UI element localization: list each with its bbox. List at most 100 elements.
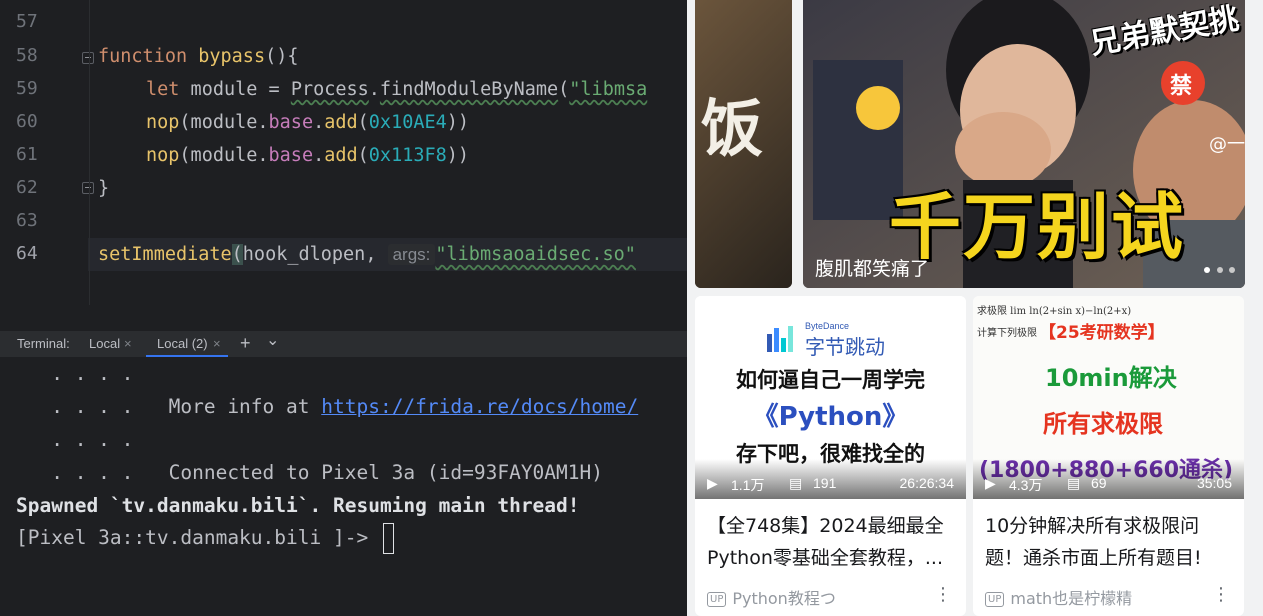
banner-left-image[interactable]: 饭	[695, 0, 792, 288]
parameter-hint: args:	[387, 244, 436, 265]
banner-big-text: 千万别试	[889, 185, 1186, 269]
terminal-prompt-line[interactable]: [Pixel 3a::tv.danmaku.bili ]->	[16, 523, 394, 554]
view-count: 4.3万	[1009, 477, 1043, 493]
video-title[interactable]: 10分钟解决所有求极限问 题！通杀市面上所有题目!	[985, 510, 1235, 574]
video-stats: ▶ 4.3万 ▤ 69 35:05	[973, 459, 1244, 499]
frida-docs-link[interactable]: https://frida.re/docs/home/	[321, 395, 638, 418]
author-name: Python教程つ	[732, 589, 836, 608]
punctuation: (	[357, 145, 369, 166]
thumb-line: 【25考研数学】	[1039, 323, 1165, 343]
fold-close-icon[interactable]	[82, 182, 94, 194]
line-number-active: 64	[16, 243, 38, 264]
method-name: add	[324, 112, 358, 133]
code-line-61: nop(module.base.add(0x113F8))	[146, 144, 469, 168]
more-options-icon[interactable]: ⋮	[1212, 584, 1230, 605]
punctuation: (	[558, 79, 570, 100]
terminal-tab-bar: Terminal: Local × Local (2) × + ⌄	[0, 330, 687, 357]
punctuation: }	[98, 178, 110, 199]
chevron-down-icon[interactable]: ⌄	[266, 330, 279, 350]
code-editor[interactable]: function bypass(){ let module = Process.…	[98, 0, 687, 305]
add-tab-icon[interactable]: +	[240, 333, 251, 354]
line-number-gutter: 57 58 59 60 61 62 63 64	[0, 0, 88, 305]
video-feed[interactable]: 饭 兄弟默契挑 禁 @一 千万别试 腹肌都笑痛了 ByteDance 字节跳动 …	[687, 0, 1263, 616]
code-line-59: let module = Process.findModuleByName("l…	[146, 78, 647, 102]
ide-window: 57 58 59 60 61 62 63 64 function bypass(…	[0, 0, 687, 616]
punctuation: (	[357, 112, 369, 133]
video-title-line: 题！通杀市面上所有题目!	[985, 547, 1202, 569]
method-name: add	[324, 145, 358, 166]
code-line-62: }	[98, 177, 109, 201]
text-cursor	[382, 523, 394, 554]
thumb-line: 《Python》	[752, 402, 909, 432]
author[interactable]: UP Python教程つ	[707, 585, 836, 609]
video-title-line: 【全748集】2024最细最全	[707, 515, 944, 537]
identifier: module =	[179, 79, 291, 100]
watermark: @一	[1209, 134, 1245, 155]
terminal-output[interactable]: . . . . . . . . More info at https://fri…	[0, 357, 687, 616]
keyword: function	[98, 46, 188, 67]
duration: 35:05	[1196, 475, 1232, 491]
identifier: hook_dlopen,	[242, 244, 388, 265]
comment-count: 191	[813, 475, 837, 491]
code-line-64: setImmediate(hook_dlopen, args: "libmsaoa…	[98, 243, 636, 267]
gutter-divider	[89, 0, 90, 305]
property: base	[268, 145, 314, 166]
line-number: 61	[16, 144, 38, 165]
brand-name: 字节跳动	[805, 335, 885, 359]
duration: 26:26:34	[899, 475, 955, 491]
line-number: 59	[16, 78, 38, 99]
author[interactable]: UP math也是柠檬精	[985, 585, 1132, 609]
up-badge: UP	[707, 592, 727, 607]
thumb-line: 所有求极限	[1043, 410, 1163, 438]
video-title[interactable]: 【全748集】2024最细最全 Python零基础全套教程，...	[707, 510, 957, 574]
terminal-label: Terminal:	[17, 336, 70, 351]
punctuation: (	[231, 244, 243, 265]
view-count: 1.1万	[731, 477, 765, 493]
tab-local[interactable]: Local	[89, 336, 120, 351]
banner-left-text: 饭	[701, 92, 764, 165]
video-title-line: 10分钟解决所有求极限问	[985, 515, 1200, 537]
line-number: 57	[16, 11, 38, 32]
terminal-text: . . . . More info at	[16, 395, 322, 418]
danmaku-count-icon: ▤	[1067, 475, 1081, 491]
terminal-line: . . . .	[16, 362, 134, 385]
brand-small: ByteDance	[805, 321, 850, 331]
keyword: let	[146, 79, 180, 100]
terminal-line: . . . . More info at https://frida.re/do…	[16, 395, 638, 418]
line-number: 62	[16, 177, 38, 198]
line-number: 63	[16, 210, 38, 231]
close-icon[interactable]: ×	[213, 336, 221, 351]
terminal-line: . . . . Connected to Pixel 3a (id=93FAY0…	[16, 461, 603, 484]
video-thumbnail[interactable]: 求极限 lim ln(2+sin x)−ln(2+x) 计算下列极限 【25考研…	[973, 296, 1244, 499]
identifier: (module.	[179, 112, 269, 133]
function-call: nop	[146, 112, 180, 133]
code-line-60: nop(module.base.add(0x10AE4))	[146, 111, 469, 135]
video-thumbnail[interactable]: ByteDance 字节跳动 如何逼自己一周学完 《Python》 存下吧，很难…	[695, 296, 966, 499]
punctuation: (){	[265, 46, 299, 67]
video-stats: ▶ 1.1万 ▤ 191 26:26:34	[695, 459, 966, 499]
more-options-icon[interactable]: ⋮	[934, 584, 952, 605]
punctuation: .	[368, 79, 380, 100]
number-literal: 0x113F8	[368, 145, 447, 166]
video-card[interactable]: ByteDance 字节跳动 如何逼自己一周学完 《Python》 存下吧，很难…	[695, 296, 966, 616]
function-call: nop	[146, 145, 180, 166]
banner-main-image[interactable]: 兄弟默契挑 禁 @一 千万别试 腹肌都笑痛了	[803, 0, 1245, 288]
comment-count: 69	[1091, 475, 1107, 491]
identifier: (module.	[179, 145, 269, 166]
tab-local-2[interactable]: Local (2)	[157, 336, 208, 351]
identifier: Process	[290, 79, 369, 100]
fold-open-icon[interactable]	[82, 52, 94, 64]
function-call: setImmediate	[98, 244, 232, 265]
code-line-58: function bypass(){	[98, 45, 299, 69]
terminal-line: . . . .	[16, 428, 134, 451]
thumb-line: 如何逼自己一周学完	[736, 368, 925, 392]
line-number: 60	[16, 111, 38, 132]
function-name: bypass	[198, 46, 266, 67]
punctuation: .	[313, 145, 325, 166]
punctuation: .	[313, 112, 325, 133]
close-icon[interactable]: ×	[124, 336, 132, 351]
video-card[interactable]: 求极限 lim ln(2+sin x)−ln(2+x) 计算下列极限 【25考研…	[973, 296, 1244, 616]
video-title-line: Python零基础全套教程，...	[707, 547, 943, 569]
author-name: math也是柠檬精	[1010, 589, 1133, 608]
terminal-line: Spawned `tv.danmaku.bili`. Resuming main…	[16, 494, 580, 517]
